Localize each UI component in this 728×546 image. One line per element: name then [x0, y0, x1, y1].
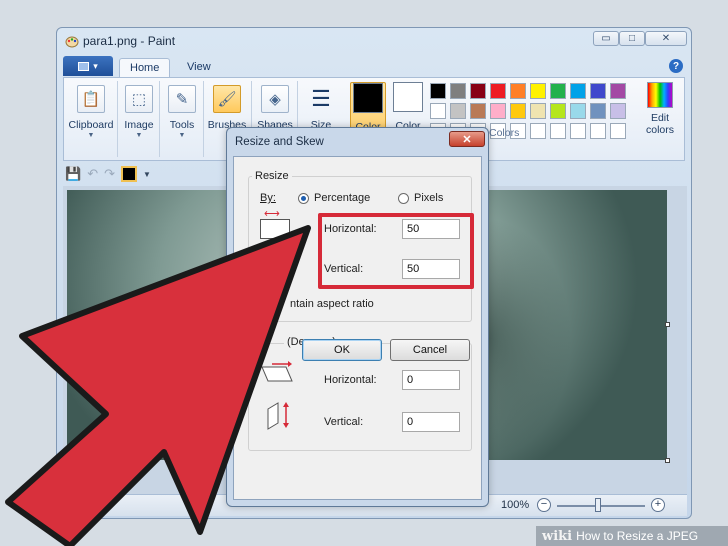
screen: para1.png - Paint ▭ □ ✕ ▾ Home View ? 📋 …: [0, 0, 728, 546]
watermark-brand: wiki: [542, 528, 573, 544]
watermark: wiki How to Resize a JPEG: [536, 526, 728, 546]
instruction-arrow-icon: [5, 225, 311, 546]
watermark-text: How to Resize a JPEG: [576, 529, 699, 543]
